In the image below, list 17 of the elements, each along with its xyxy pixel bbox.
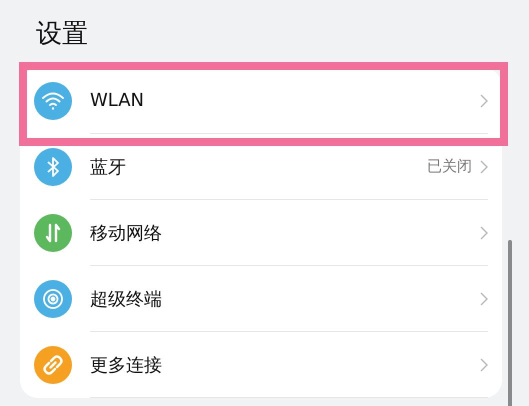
settings-item[interactable]: 移动网络 — [20, 200, 502, 266]
item-label: 更多连接 — [90, 354, 163, 376]
chevron-icon — [480, 94, 488, 108]
settings-item[interactable]: WLAN — [20, 68, 502, 134]
page-title: 设置 — [35, 18, 89, 51]
settings-item[interactable]: 蓝牙 已关闭 — [20, 134, 502, 200]
chevron-icon — [480, 358, 488, 372]
item-label: 移动网络 — [90, 222, 163, 244]
settings-item[interactable]: 更多连接 — [20, 332, 502, 398]
item-label: 蓝牙 — [90, 156, 127, 178]
item-label: 超级终端 — [90, 288, 163, 310]
chevron-icon — [480, 292, 488, 306]
status-text: 已关闭 — [427, 157, 472, 176]
item-label: WLAN — [90, 90, 146, 111]
chevron-icon — [480, 160, 488, 174]
settings-item[interactable]: 超级终端 — [20, 266, 502, 332]
chevron-icon — [480, 226, 488, 240]
